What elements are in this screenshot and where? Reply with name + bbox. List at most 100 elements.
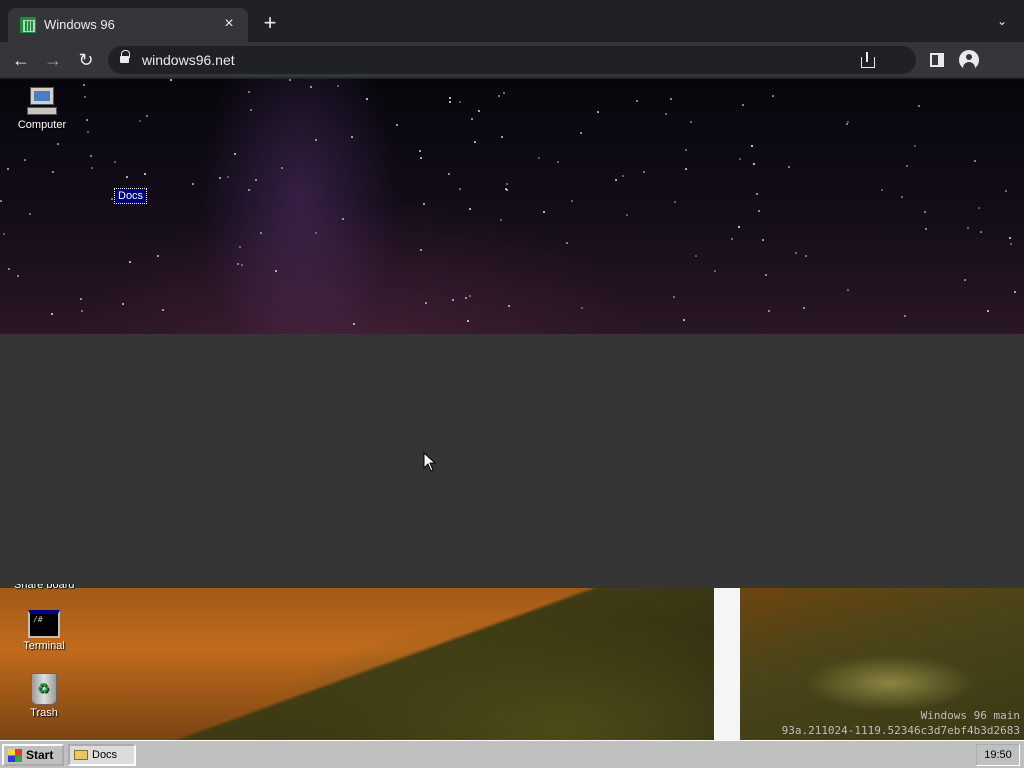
- desktop-icon-terminal[interactable]: Terminal: [12, 610, 76, 652]
- star-decoration: [157, 255, 159, 257]
- star-decoration: [248, 189, 250, 191]
- version-watermark-line2: 93a.211024-1119.52346c3d7ebf4b3d2683: [781, 724, 1020, 737]
- share-icon[interactable]: [860, 52, 875, 68]
- star-decoration: [673, 296, 675, 298]
- star-decoration: [906, 165, 908, 167]
- star-decoration: [459, 188, 461, 190]
- star-decoration: [144, 173, 146, 175]
- star-decoration: [925, 228, 927, 230]
- desktop-icon-docs-selected[interactable]: Docs: [113, 188, 148, 204]
- star-decoration: [674, 201, 676, 203]
- side-panel-icon[interactable]: [930, 53, 944, 67]
- taskbar: Start Docs: [0, 740, 714, 768]
- star-decoration: [1005, 190, 1007, 192]
- taskbar-clock[interactable]: 19:50: [976, 744, 1020, 766]
- star-decoration: [1010, 243, 1012, 245]
- star-decoration: [57, 143, 59, 145]
- star-decoration: [353, 323, 355, 325]
- star-decoration: [498, 95, 500, 97]
- star-decoration: [0, 200, 2, 202]
- star-decoration: [500, 219, 502, 221]
- desktop-icon-label: Computer: [17, 119, 67, 131]
- star-decoration: [351, 136, 353, 138]
- star-decoration: [714, 270, 716, 272]
- taskbar-tray: 19:50: [714, 740, 1024, 768]
- new-tab-button[interactable]: +: [258, 12, 282, 36]
- star-decoration: [506, 183, 508, 185]
- star-decoration: [337, 85, 339, 87]
- computer-icon: [27, 87, 57, 117]
- unrendered-region: [0, 334, 1024, 588]
- start-button[interactable]: Start: [2, 744, 64, 766]
- star-decoration: [571, 200, 573, 202]
- taskbar-item-label: Docs: [92, 749, 118, 761]
- star-decoration: [580, 132, 582, 134]
- star-decoration: [129, 261, 131, 263]
- browser-tab[interactable]: Windows 96 ×: [8, 8, 248, 42]
- star-decoration: [924, 211, 926, 213]
- reload-button[interactable]: ↻: [75, 49, 97, 71]
- star-decoration: [396, 124, 398, 126]
- star-decoration: [51, 313, 53, 315]
- star-decoration: [219, 177, 221, 179]
- star-decoration: [469, 208, 471, 210]
- star-decoration: [506, 189, 508, 191]
- desktop-icon-label: Trash: [30, 707, 58, 719]
- star-decoration: [987, 310, 989, 312]
- star-decoration: [847, 289, 849, 291]
- profile-avatar-icon[interactable]: [959, 50, 979, 70]
- star-decoration: [234, 153, 236, 155]
- star-decoration: [901, 196, 903, 198]
- star-decoration: [731, 238, 733, 240]
- star-decoration: [239, 246, 241, 248]
- star-decoration: [566, 242, 568, 244]
- star-decoration: [452, 299, 454, 301]
- star-decoration: [275, 270, 277, 272]
- star-decoration: [738, 226, 740, 228]
- star-decoration: [978, 207, 980, 209]
- star-decoration: [81, 310, 83, 312]
- lock-icon[interactable]: [120, 50, 130, 65]
- star-decoration: [636, 100, 638, 102]
- star-decoration: [846, 123, 848, 125]
- browser-tab-bar: Windows 96 × + ⌄: [0, 0, 1024, 42]
- address-url[interactable]: windows96.net: [142, 52, 235, 68]
- star-decoration: [685, 168, 687, 170]
- star-decoration: [1014, 291, 1016, 293]
- star-decoration: [248, 91, 250, 93]
- back-button[interactable]: ←: [10, 49, 32, 71]
- star-decoration: [795, 252, 797, 254]
- star-decoration: [918, 105, 920, 107]
- star-decoration: [84, 96, 86, 98]
- star-decoration: [768, 310, 770, 312]
- star-decoration: [914, 145, 916, 147]
- star-decoration: [980, 231, 982, 233]
- address-bar[interactable]: windows96.net: [108, 46, 916, 74]
- star-decoration: [478, 110, 480, 112]
- hills-wallpaper: [0, 588, 714, 740]
- star-decoration: [315, 139, 317, 141]
- star-decoration: [425, 302, 427, 304]
- star-decoration: [964, 279, 966, 281]
- tab-search-chevron-icon[interactable]: ⌄: [994, 14, 1010, 30]
- star-decoration: [366, 98, 368, 100]
- star-decoration: [227, 176, 229, 178]
- star-decoration: [17, 275, 19, 277]
- star-decoration: [904, 315, 906, 317]
- forward-button[interactable]: →: [42, 49, 64, 71]
- desktop-icon-computer[interactable]: Computer: [10, 87, 74, 131]
- star-decoration: [7, 168, 9, 170]
- star-decoration: [310, 86, 312, 88]
- desktop-icon-trash[interactable]: Trash: [12, 673, 76, 719]
- star-decoration: [739, 158, 741, 160]
- trash-icon: [31, 673, 57, 705]
- taskbar-item-docs[interactable]: Docs: [68, 744, 136, 766]
- star-decoration: [753, 163, 755, 165]
- star-decoration: [24, 159, 26, 161]
- star-decoration: [881, 189, 883, 191]
- tab-close-button[interactable]: ×: [220, 15, 238, 33]
- terminal-icon: [28, 610, 60, 638]
- star-decoration: [459, 101, 461, 103]
- night-sky-wallpaper: [0, 79, 1024, 334]
- desktop-icon-share-board-partial[interactable]: Share board: [14, 584, 75, 592]
